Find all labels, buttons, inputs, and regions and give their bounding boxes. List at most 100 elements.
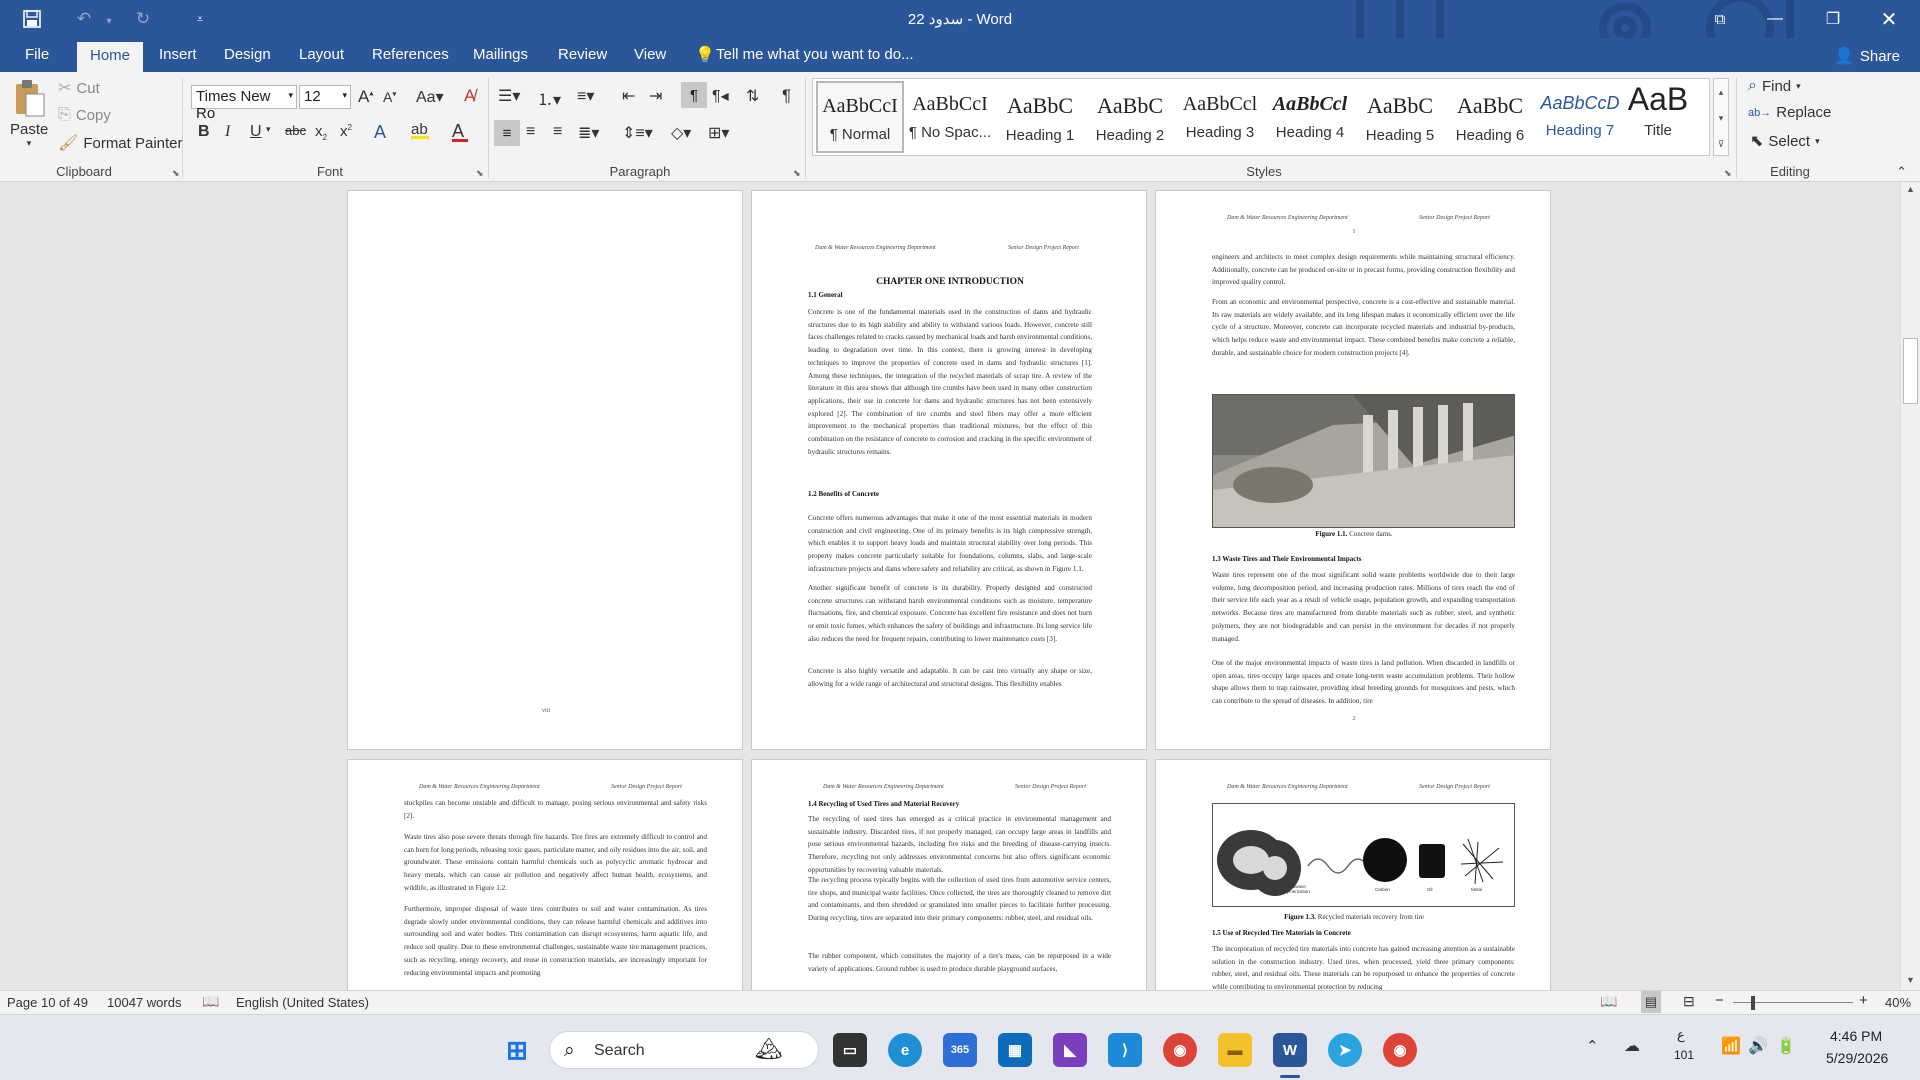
align-center-icon[interactable]: ≡ [526,123,535,141]
superscript-icon[interactable]: x2 [340,123,352,140]
word-count[interactable]: 10047 words [107,995,181,1010]
clock-date[interactable]: 5/29/2026 [1826,1050,1888,1066]
tab-design[interactable]: Design [224,46,271,63]
input-language-bottom[interactable]: 101 [1674,1048,1694,1062]
cloud-icon[interactable]: ☁ [1624,1036,1640,1056]
word-icon[interactable]: W [1273,1033,1307,1067]
tell-me-search[interactable]: Tell me what you want to do... [716,46,914,63]
underline-icon[interactable]: U [250,123,262,141]
tab-file[interactable]: File [25,46,49,63]
vscode-icon[interactable]: ⟩ [1108,1033,1142,1067]
tab-references[interactable]: References [372,46,449,63]
clipboard-launcher-icon[interactable]: ⬊ [172,168,180,179]
italic-icon[interactable]: I [225,123,230,141]
tab-home[interactable]: Home [77,42,143,72]
paste-button[interactable]: Paste ▾ [10,78,48,149]
strikethrough-icon[interactable]: abc [285,123,306,138]
style-title[interactable]: AaB Title [1623,81,1693,153]
tab-mailings[interactable]: Mailings [473,46,528,63]
style-heading-6[interactable]: AaBbC Heading 6 [1446,81,1534,153]
input-language-top[interactable]: ع [1677,1027,1685,1043]
highlight-icon[interactable]: ab [411,121,429,139]
font-size-combo[interactable]: 12 ▾ [299,85,351,109]
bullets-icon[interactable]: ☰▾ [498,86,520,106]
proofing-icon[interactable]: 📖 [202,993,219,1010]
cut-button[interactable]: ✂ Cut [58,78,100,98]
borders-icon[interactable]: ⊞▾ [708,123,729,143]
visual-studio-icon[interactable]: ◣ [1053,1033,1087,1067]
page-viii[interactable]: viii [347,190,743,750]
zoom-out-icon[interactable]: − [1715,992,1724,1009]
text-effects-icon[interactable]: A [374,122,386,143]
page-chapter-one[interactable]: Dam & Water Resources Engineering Depart… [751,190,1147,750]
zoom-level[interactable]: 40% [1885,995,1911,1010]
multilevel-list-icon[interactable]: ≡▾ [577,86,594,106]
style-heading-1[interactable]: AaBbC Heading 1 [996,81,1084,153]
numbering-icon[interactable]: ⒈▾ [537,86,561,110]
page-4[interactable]: Dam & Water Resources Engineering Depart… [1155,759,1551,990]
sort-icon[interactable]: ⇅ [746,86,759,106]
chevron-down-icon[interactable]: ▾ [288,90,293,101]
telegram-icon[interactable]: ➤ [1328,1033,1362,1067]
increase-indent-icon[interactable]: ⇥ [649,86,662,106]
clear-formatting-icon[interactable]: A̸ [464,86,475,106]
paragraph-launcher-icon[interactable]: ⬊ [793,168,801,179]
underline-dropdown-icon[interactable]: ▾ [266,124,271,135]
store-icon[interactable]: ▦ [998,1033,1032,1067]
battery-icon[interactable]: 🔋 [1776,1036,1796,1056]
chevron-up-icon[interactable]: ⌃ [1586,1037,1599,1055]
tab-view[interactable]: View [634,46,666,63]
start-icon[interactable]: ⊞ [500,1033,534,1067]
align-right-icon[interactable]: ≡ [553,123,562,141]
scroll-thumb[interactable] [1903,338,1918,404]
chrome-icon[interactable]: ◉ [1163,1033,1197,1067]
copy-button[interactable]: ⎘ Copy [58,106,111,124]
share-button[interactable]: 👤 Share [1834,44,1920,68]
replace-button[interactable]: ab→ Replace [1748,104,1831,121]
edge-icon[interactable]: e [888,1033,922,1067]
print-layout-icon[interactable]: ▤ [1641,991,1661,1013]
page-2[interactable]: Dam & Water Resources Engineering Depart… [347,759,743,990]
scroll-down-icon[interactable]: ▼ [1906,975,1915,985]
language[interactable]: English (United States) [236,995,369,1010]
justify-icon[interactable]: ≣▾ [578,123,599,143]
volume-icon[interactable]: 🔊 [1748,1036,1768,1056]
wifi-icon[interactable]: 📶 [1721,1036,1741,1056]
left-to-right-icon[interactable]: ¶ [681,82,707,108]
show-formatting-icon[interactable]: ¶ [782,86,791,106]
maximize-icon[interactable]: ❐ [1810,0,1856,38]
file-explorer-icon[interactable]: ▬ [1218,1033,1252,1067]
ribbon-display-icon[interactable]: ⧉ [1697,0,1743,38]
page-3[interactable]: Dam & Water Resources Engineering Depart… [751,759,1147,990]
font-color-icon[interactable]: A [452,121,468,142]
zoom-in-icon[interactable]: + [1859,992,1868,1009]
chevron-down-icon[interactable]: ▾ [342,90,347,101]
m365-icon[interactable]: 365 [943,1033,977,1067]
tab-layout[interactable]: Layout [299,46,344,63]
style-heading-2[interactable]: AaBbC Heading 2 [1086,81,1174,153]
align-left-icon[interactable]: ≡ [494,120,520,146]
subscript-icon[interactable]: x2 [315,123,327,142]
tab-insert[interactable]: Insert [159,46,197,63]
document-area[interactable]: viii Dam & Water Resources Engineering D… [0,182,1900,990]
minimize-icon[interactable]: — [1752,0,1798,38]
right-to-left-icon[interactable]: ¶◂ [712,86,729,106]
line-spacing-icon[interactable]: ⇕≡▾ [622,123,653,143]
clock-time[interactable]: 4:46 PM [1830,1028,1882,1044]
chrome-profile-icon[interactable]: ◉ [1383,1033,1417,1067]
page-1[interactable]: Dam & Water Resources Engineering Depart… [1155,190,1551,750]
page-count[interactable]: Page 10 of 49 [7,995,88,1010]
font-name-combo[interactable]: Times New Ro ▾ [191,85,297,122]
grow-font-icon[interactable]: A▴ [358,87,373,107]
web-layout-icon[interactable]: ⊟ [1683,993,1695,1010]
style-normal[interactable]: AaBbCcI ¶ Normal [816,81,904,153]
find-button[interactable]: ⌕ Find ▾ [1748,77,1801,95]
vertical-scrollbar[interactable]: ▲ ▼ [1900,182,1920,990]
shrink-font-icon[interactable]: A▾ [383,89,396,105]
styles-launcher-icon[interactable]: ⬊ [1724,168,1732,179]
taskbar-search[interactable]: ⌕ Search 🏔 [549,1031,819,1069]
scroll-up-icon[interactable]: ▲ [1906,184,1915,194]
style-heading-5[interactable]: AaBbC Heading 5 [1356,81,1444,153]
decrease-indent-icon[interactable]: ⇤ [622,86,635,106]
zoom-slider-thumb[interactable] [1751,996,1755,1010]
